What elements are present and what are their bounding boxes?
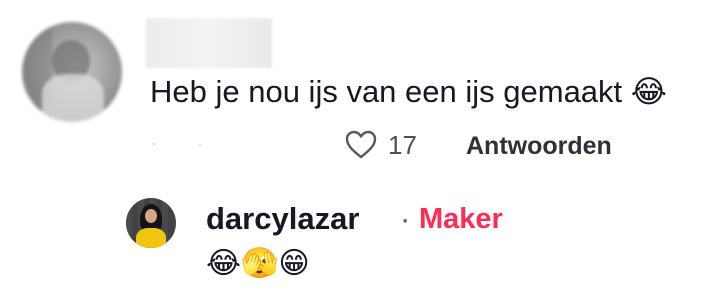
- reply-button[interactable]: Antwoorden: [466, 131, 612, 161]
- creator-username[interactable]: darcylazar: [206, 199, 359, 239]
- comment-body: Heb je nou ijs van een ijs gemaakt: [150, 74, 623, 109]
- commenter-name-redacted: [146, 18, 272, 68]
- comment-emoji: 😂: [630, 74, 668, 110]
- faint-timestamp-remnant: [152, 142, 202, 147]
- maker-badge: Maker: [419, 203, 503, 235]
- commenter-avatar[interactable]: [22, 22, 122, 122]
- comment-text: Heb je nou ijs van een ijs gemaakt 😂: [150, 72, 667, 112]
- reply-text: 😂🫣😁: [206, 246, 310, 281]
- like-count: 17: [388, 130, 417, 160]
- creator-avatar[interactable]: [126, 198, 176, 248]
- separator-dot: ·: [400, 201, 411, 236]
- heart-outline-icon[interactable]: [345, 130, 377, 160]
